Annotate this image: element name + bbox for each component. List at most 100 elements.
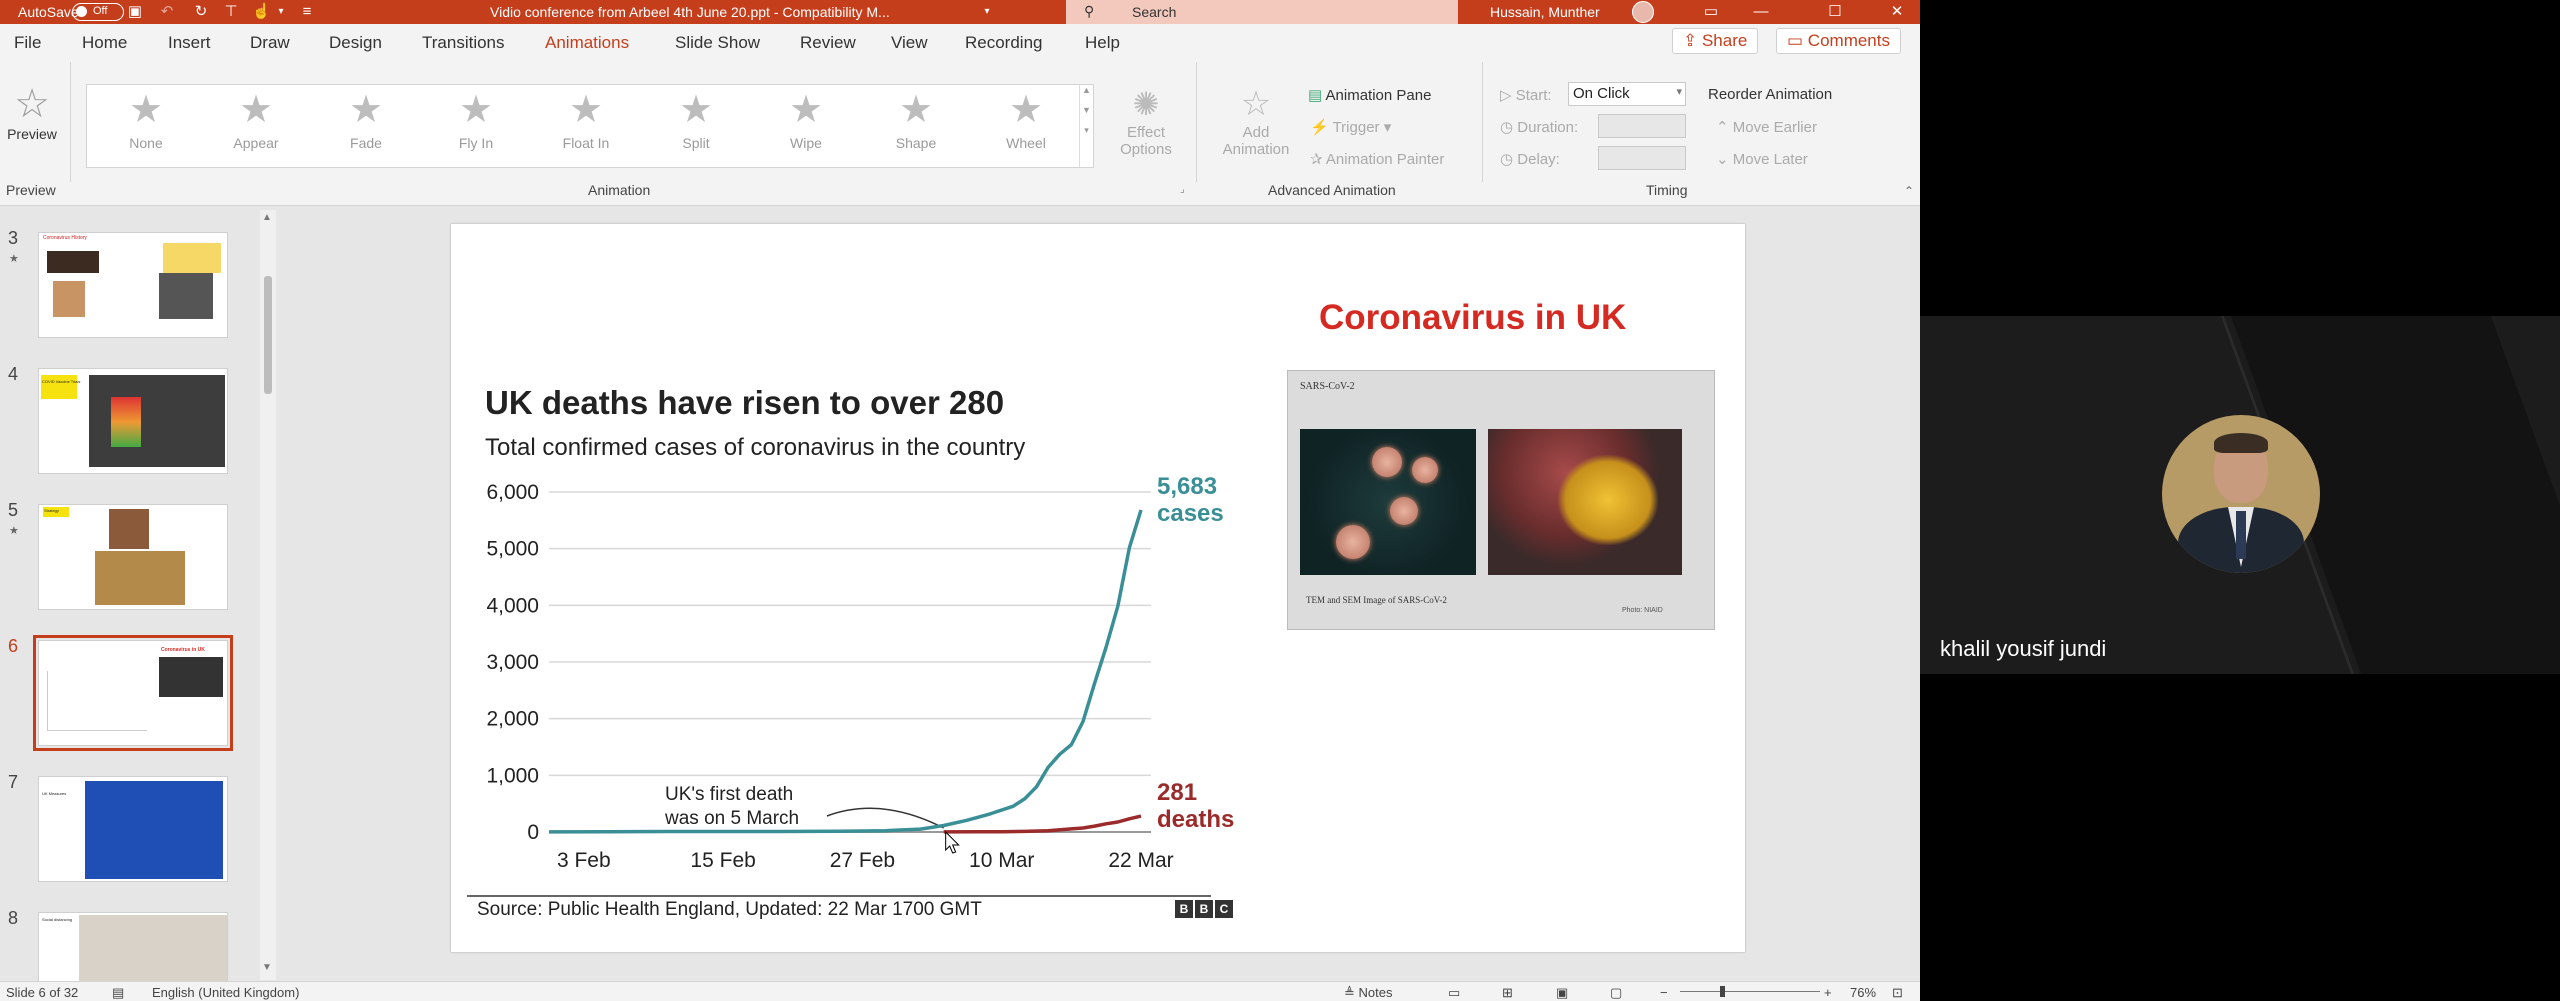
slide-thumbnail-4[interactable]: COVID Vaccine Trials (38, 368, 228, 474)
y-tick-label: 6,000 (486, 481, 539, 504)
animation-wipe[interactable]: ★ Wipe (751, 85, 861, 169)
slide-thumbnail-5[interactable]: Strategy (38, 504, 228, 610)
animation-wheel[interactable]: ★ Wheel (971, 85, 1081, 169)
comments-label: Comments (1807, 31, 1890, 50)
add-animation-button[interactable]: ☆ Add Animation (1204, 84, 1308, 174)
preview-button[interactable]: ☆ Preview (6, 82, 58, 162)
notes-button[interactable]: ≜ Notes (1344, 985, 1392, 1001)
thumb-number: 8 (8, 908, 19, 928)
powerpoint-window: AutoSave Off ▣ ↶ ↻ ⊤ ☝ ▾ ≡ Vidio confere… (0, 0, 1920, 1001)
animation-fade[interactable]: ★ Fade (311, 85, 421, 169)
tab-recording[interactable]: Recording (965, 33, 1043, 53)
y-tick-label: 0 (527, 821, 539, 844)
zoom-slider[interactable] (1680, 991, 1820, 992)
tab-insert[interactable]: Insert (168, 33, 211, 53)
title-chevron-down-icon[interactable]: ▾ (978, 3, 996, 21)
spellcheck-icon[interactable]: ▤ (112, 985, 124, 1001)
tab-review[interactable]: Review (800, 33, 856, 53)
animation-group-label: Animation (588, 182, 651, 198)
star-icon: ★ (128, 89, 164, 131)
start-select[interactable]: On Click ▾ (1568, 82, 1686, 106)
slide-canvas[interactable]: Coronavirus in UK UK deaths have risen t… (451, 224, 1745, 952)
user-name[interactable]: Hussain, Munther (1490, 4, 1600, 20)
tab-draw[interactable]: Draw (250, 33, 290, 53)
virion (1372, 447, 1402, 477)
animation-fly-in[interactable]: ★ Fly In (421, 85, 531, 169)
trigger-button[interactable]: ⚡ Trigger ▾ (1310, 118, 1391, 136)
present-icon[interactable]: ⊤ (222, 3, 240, 21)
redo-icon[interactable]: ↻ (192, 3, 210, 21)
animation-appear[interactable]: ★ Appear (201, 85, 311, 169)
collapse-ribbon-icon[interactable]: ⌃ (1904, 184, 1914, 198)
thumbnails-scrollbar[interactable]: ▲ ▼ (260, 210, 276, 980)
tab-slide-show[interactable]: Slide Show (675, 33, 760, 53)
scroll-down-icon[interactable]: ▼ (262, 962, 272, 973)
participant-avatar (2162, 415, 2320, 573)
zoom-in-icon[interactable]: + (1824, 985, 1832, 1000)
animation-split[interactable]: ★ Split (641, 85, 751, 169)
fit-slide-icon[interactable]: ⊡ (1892, 985, 1903, 1001)
slideshow-view-icon[interactable]: ▢ (1610, 985, 1622, 1001)
tab-file[interactable]: File (14, 33, 41, 53)
comments-button[interactable]: ▭ Comments (1776, 28, 1901, 54)
status-bar: Slide 6 of 32 ▤ English (United Kingdom)… (0, 981, 1920, 1001)
image-credit: Photo: NIAID (1622, 607, 1663, 614)
slide-thumbnail-7[interactable]: UK Measures (38, 776, 228, 882)
search-box[interactable]: ⚲ Search (1066, 0, 1458, 24)
tab-home[interactable]: Home (82, 33, 127, 53)
language[interactable]: English (United Kingdom) (152, 985, 299, 1000)
animation-pane-button[interactable]: ▤ Animation Pane (1308, 86, 1431, 104)
user-avatar[interactable] (1632, 1, 1654, 23)
scroll-up-icon[interactable]: ▲ (262, 212, 272, 223)
animation-shape[interactable]: ★ Shape (861, 85, 971, 169)
touch-mode-icon[interactable]: ☝ (252, 3, 271, 21)
gallery-scrollbar[interactable]: ▲ ▼ ▾ (1079, 85, 1093, 167)
sars-cov-2-image[interactable]: SARS-CoV-2 TEM and SEM Image of SARS-CoV… (1287, 370, 1715, 630)
ribbon-display-icon[interactable]: ▭ (1702, 3, 1720, 21)
scrollbar-thumb[interactable] (264, 276, 272, 394)
maximize-icon[interactable]: ☐ (1826, 3, 1844, 21)
painter-icon: ✰ (1310, 151, 1326, 168)
duration-input[interactable] (1598, 114, 1686, 138)
move-earlier-button[interactable]: ⌃ Move Earlier (1716, 118, 1817, 136)
autosave-toggle[interactable]: Off (72, 3, 124, 21)
star-icon: ★ (788, 89, 824, 131)
tab-help[interactable]: Help (1085, 33, 1120, 53)
thumb-image (109, 509, 149, 549)
zoom-out-icon[interactable]: − (1660, 985, 1668, 1000)
menu-bar: File Home Insert Draw Design Transitions… (0, 24, 1920, 59)
minimize-icon[interactable]: — (1752, 3, 1770, 21)
delay-input[interactable] (1598, 146, 1686, 170)
avatar-hair (2214, 433, 2268, 453)
undo-icon[interactable]: ↶ (158, 3, 176, 21)
tab-design[interactable]: Design (329, 33, 382, 53)
slide-thumbnail-3[interactable]: Coronavirus History (38, 232, 228, 338)
chevron-down-icon[interactable]: ▾ (272, 3, 290, 21)
animation-none[interactable]: ★ None (91, 85, 201, 169)
close-icon[interactable]: ✕ (1888, 3, 1906, 21)
start-text: Start: (1515, 87, 1552, 104)
participant-tile[interactable] (1920, 316, 2560, 674)
slide-sorter-icon[interactable]: ⊞ (1502, 985, 1513, 1001)
move-later-button[interactable]: ⌄ Move Later (1716, 150, 1808, 168)
logo-letter: B (1195, 900, 1213, 918)
slide-thumbnail-6[interactable]: Coronavirus in UK (33, 635, 233, 751)
dialog-launcher-icon[interactable]: ⌟ (1180, 184, 1185, 195)
animation-float-in[interactable]: ★ Float In (531, 85, 641, 169)
thumb-image (53, 281, 85, 317)
animation-painter-label: Animation Painter (1325, 151, 1445, 168)
customize-toolbar-icon[interactable]: ≡ (298, 3, 316, 21)
reading-view-icon[interactable]: ▣ (1556, 985, 1568, 1001)
animation-painter-button[interactable]: ✰ Animation Painter (1310, 150, 1444, 168)
zoom-slider-thumb[interactable] (1720, 986, 1725, 997)
animation-label: Fade (350, 135, 382, 151)
effect-options-button[interactable]: ✺ Effect Options (1104, 84, 1188, 174)
save-icon[interactable]: ▣ (126, 3, 144, 21)
share-button[interactable]: ⇪ Share (1672, 28, 1759, 54)
tab-animations[interactable]: Animations (545, 33, 630, 59)
normal-view-icon[interactable]: ▭ (1448, 985, 1460, 1001)
tab-view[interactable]: View (891, 33, 928, 53)
zoom-level[interactable]: 76% (1850, 985, 1876, 1000)
tab-transitions[interactable]: Transitions (422, 33, 505, 53)
animation-star-icon: ★ (9, 253, 19, 265)
